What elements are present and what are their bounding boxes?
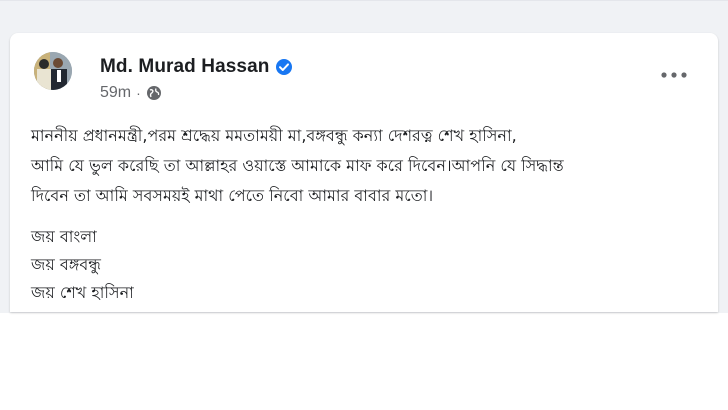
post-timestamp[interactable]: 59m [100, 84, 131, 102]
post-meta: 59m · [100, 83, 162, 103]
slogan-line: জয় শেখ হাসিনা [31, 283, 134, 302]
meta-separator: · [136, 85, 141, 101]
globe-icon[interactable] [146, 85, 162, 101]
post-line: দিবেন তা আমি সবসময়ই মাথা পেতে নিবো আমার… [31, 186, 434, 205]
author-avatar[interactable] [34, 52, 72, 90]
more-options-icon [661, 72, 687, 78]
verified-badge-icon [275, 58, 293, 76]
more-options-button[interactable] [656, 63, 692, 87]
slogan-line: জয় বঙ্গবন্ধু [31, 255, 101, 274]
author-name[interactable]: Md. Murad Hassan [100, 56, 269, 78]
post-line: মাননীয় প্রধানমন্ত্রী,পরম শ্রদ্ধেয় মমতা… [31, 126, 517, 145]
screen: Md. Murad Hassan 59m · মাননীয় প্রধানমন্… [0, 0, 728, 410]
post-body: মাননীয় প্রধানমন্ত্রী,পরম শ্রদ্ধেয় মমতা… [31, 121, 701, 307]
post-line: আমি যে ভুল করেছি তা আল্লাহর ওয়াস্তে আমা… [31, 156, 564, 175]
author-row: Md. Murad Hassan [100, 55, 293, 79]
post-card: Md. Murad Hassan 59m · মাননীয় প্রধানমন্… [10, 33, 718, 312]
profile-photo-avatar [34, 52, 72, 90]
slogan-line: জয় বাংলা [31, 227, 97, 246]
